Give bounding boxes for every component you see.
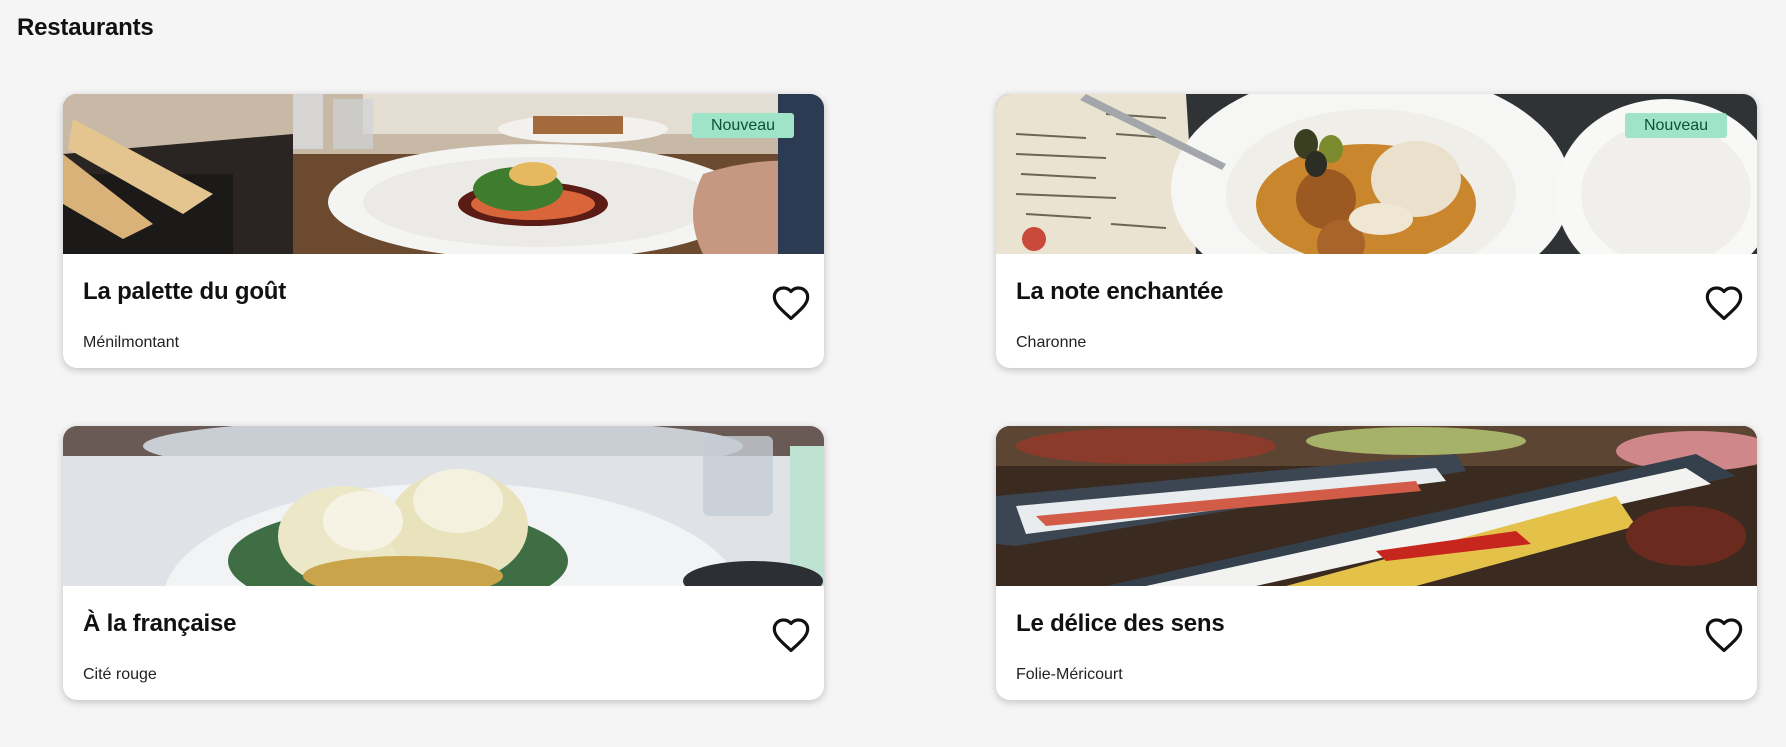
favorite-button[interactable]: [1704, 616, 1744, 654]
restaurant-name: Le délice des sens: [1016, 610, 1225, 637]
restaurant-photo: Nouveau: [996, 94, 1757, 254]
restaurant-photo: [996, 426, 1757, 586]
restaurant-district: Charonne: [1016, 334, 1087, 351]
restaurant-card-le-delice-des-sens[interactable]: Le délice des sens Folie-Méricourt: [996, 426, 1757, 700]
heart-outline-icon: [1705, 286, 1743, 321]
heart-outline-icon: [772, 286, 810, 321]
restaurant-name: La palette du goût: [83, 278, 287, 305]
new-badge: Nouveau: [1625, 113, 1727, 138]
restaurant-card-la-palette-du-gout[interactable]: Nouveau La palette du goût Ménilmontant: [63, 94, 824, 368]
favorite-button[interactable]: [1704, 284, 1744, 322]
page-title: Restaurants: [17, 14, 154, 41]
restaurant-district: Cité rouge: [83, 666, 157, 683]
restaurant-photo: [63, 426, 824, 586]
heart-outline-icon: [772, 618, 810, 653]
restaurant-card-a-la-francaise[interactable]: À la française Cité rouge: [63, 426, 824, 700]
favorite-button[interactable]: [771, 284, 811, 322]
restaurant-name: À la française: [83, 610, 237, 637]
heart-outline-icon: [1705, 618, 1743, 653]
new-badge: Nouveau: [692, 113, 794, 138]
favorite-button[interactable]: [771, 616, 811, 654]
restaurant-photo: Nouveau: [63, 94, 824, 254]
restaurant-card-la-note-enchantee[interactable]: Nouveau La note enchantée Charonne: [996, 94, 1757, 368]
restaurant-district: Ménilmontant: [83, 334, 180, 351]
restaurant-district: Folie-Méricourt: [1016, 666, 1123, 683]
restaurant-name: La note enchantée: [1016, 278, 1224, 305]
